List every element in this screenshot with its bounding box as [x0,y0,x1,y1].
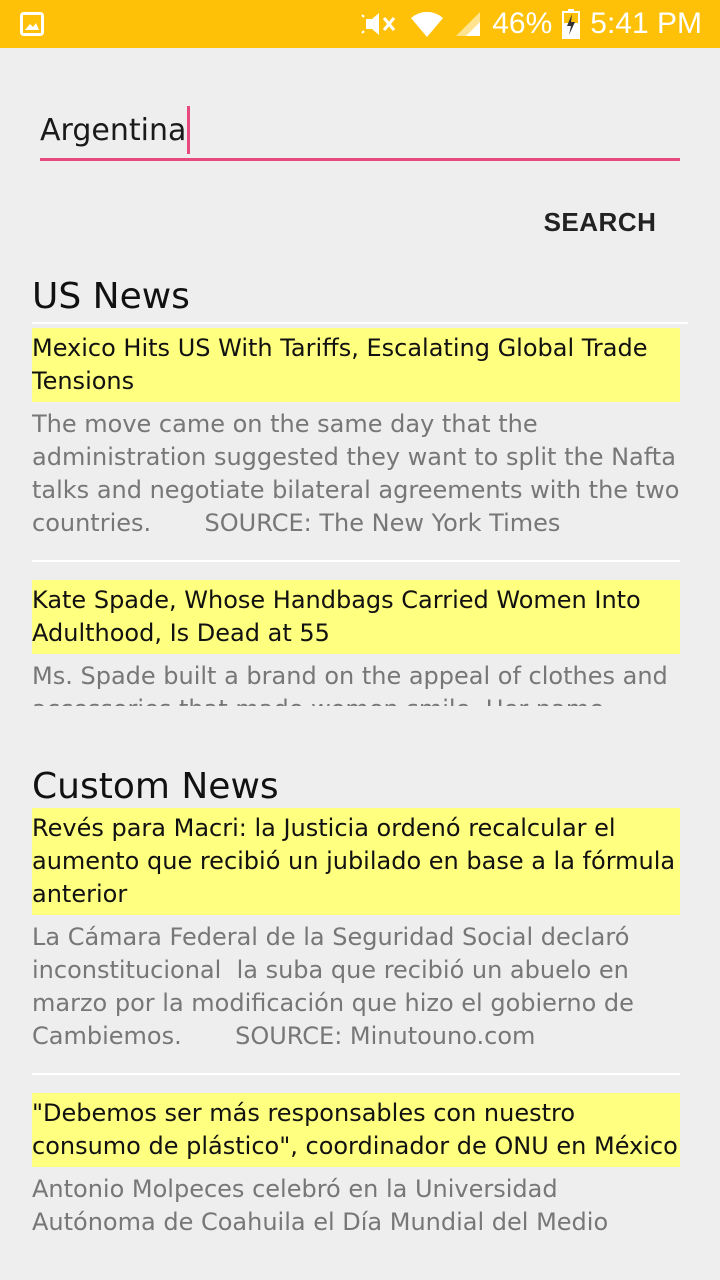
section-title-custom-news: Custom News [32,766,279,807]
section-title-us-news: US News [32,276,190,317]
list-item[interactable]: Revés para Macri: la Justicia ordenó rec… [32,808,680,1053]
text-cursor [187,106,191,154]
image-notification-icon [20,12,44,36]
news-summary: La Cámara Federal de la Seguridad Social… [32,923,642,1050]
wifi-icon [410,9,444,39]
search-input-text: Argentina [40,112,187,148]
list-item[interactable]: Mexico Hits US With Tariffs, Escalating … [32,328,680,540]
status-bar: 46% 5:41 PM [0,0,720,48]
search-input[interactable]: Argentina [40,100,680,161]
mute-icon [360,9,400,39]
battery-percent: 46% [492,7,553,40]
section-divider [32,322,688,324]
search-button[interactable]: SEARCH [520,196,680,248]
list-item[interactable]: Kate Spade, Whose Handbags Carried Women… [32,580,680,706]
signal-icon [454,10,482,38]
us-news-list[interactable]: Mexico Hits US With Tariffs, Escalating … [32,328,680,706]
news-headline[interactable]: Mexico Hits US With Tariffs, Escalating … [32,328,680,402]
list-item[interactable]: "Debemos ser más responsables con nuestr… [32,1093,680,1239]
clock: 5:41 PM [590,7,702,40]
news-headline[interactable]: "Debemos ser más responsables con nuestr… [32,1093,680,1167]
custom-news-list[interactable]: Revés para Macri: la Justicia ordenó rec… [32,808,680,1250]
news-summary: Ms. Spade built a brand on the appeal of… [32,662,668,706]
news-summary: Antonio Molpeces celebró en la Universid… [32,1175,609,1236]
news-headline[interactable]: Revés para Macri: la Justicia ordenó rec… [32,808,680,915]
news-headline[interactable]: Kate Spade, Whose Handbags Carried Women… [32,580,680,654]
battery-charging-icon [562,9,581,39]
news-summary: The move came on the same day that the a… [32,410,680,537]
